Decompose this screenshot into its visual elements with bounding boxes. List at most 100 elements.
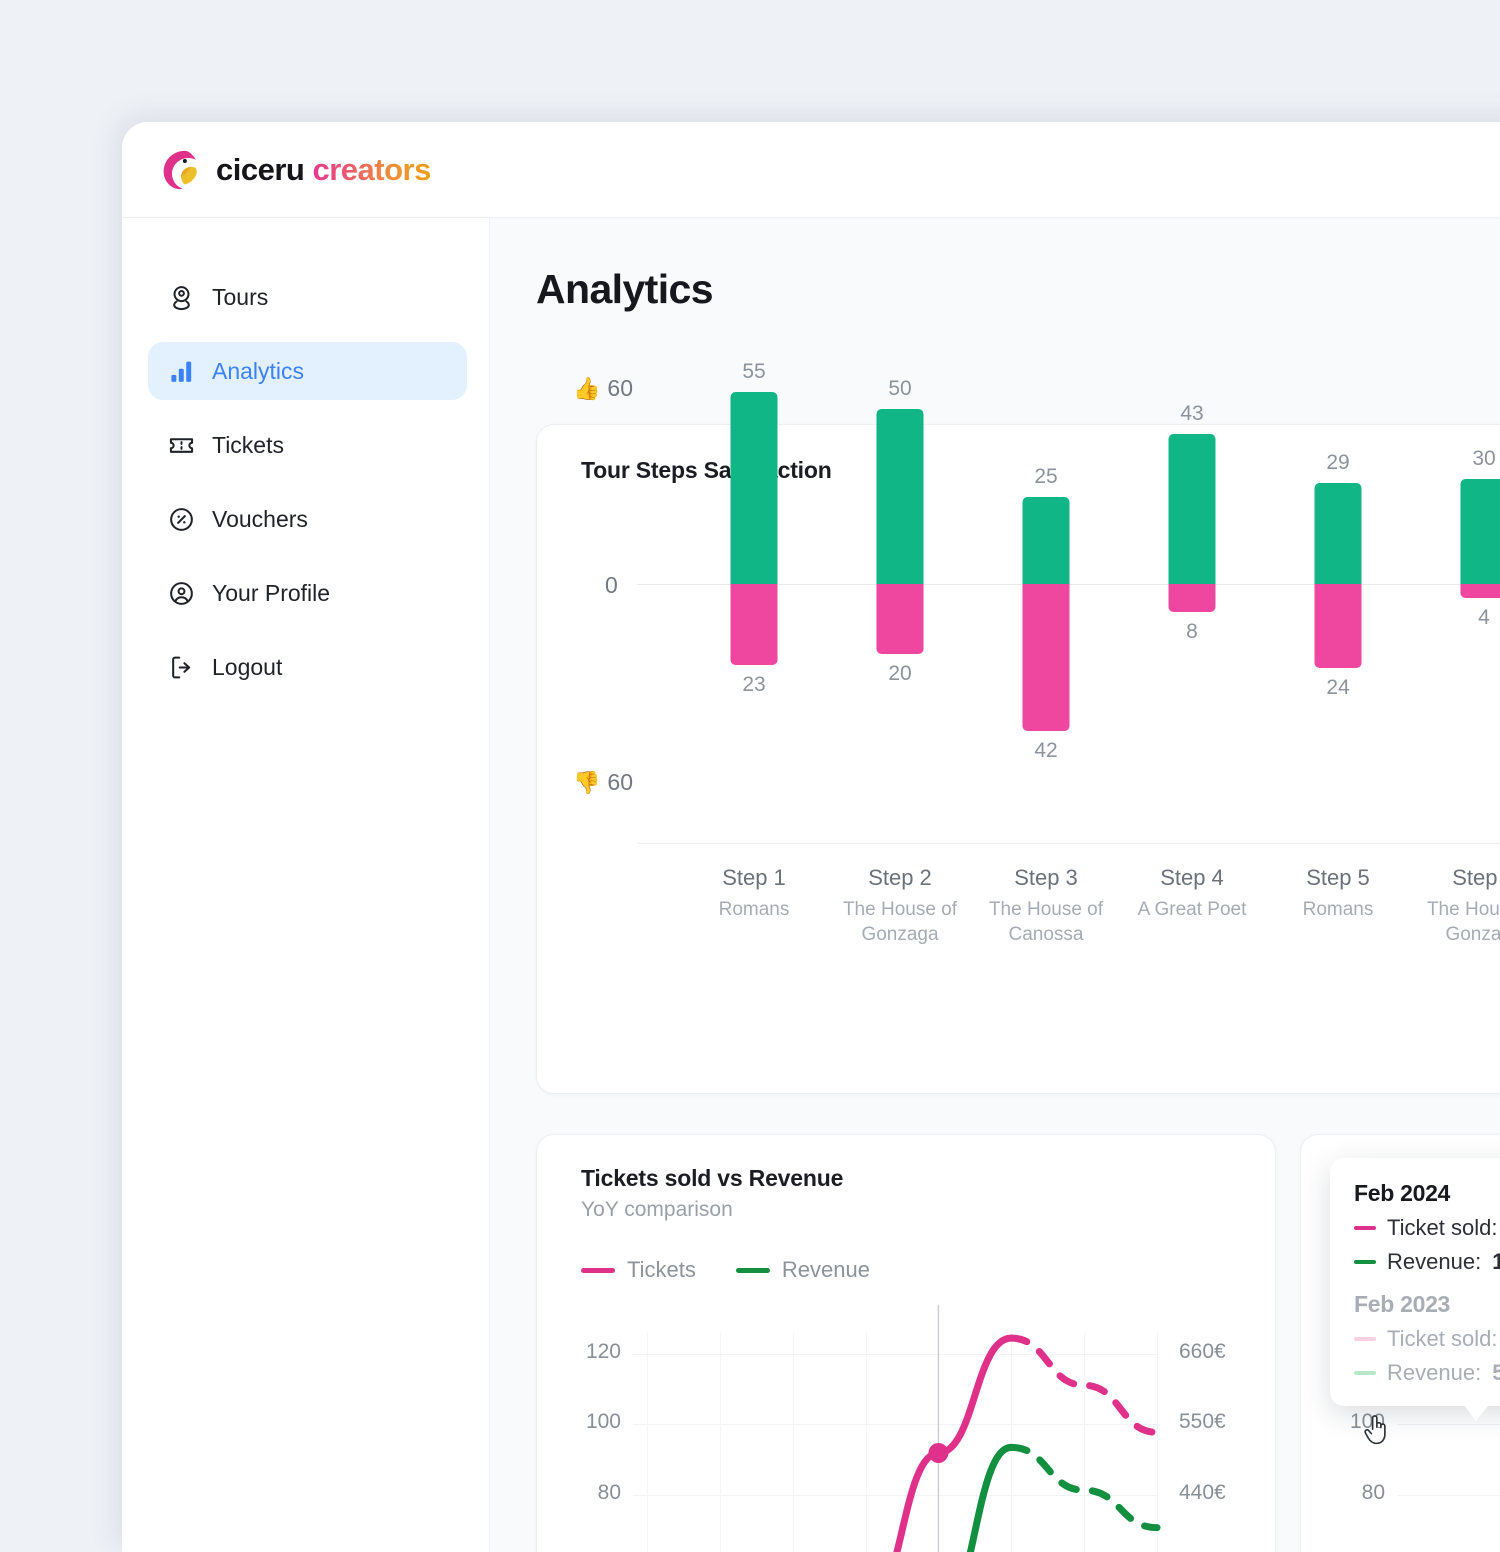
bar-negative	[1023, 584, 1070, 731]
card-subtitle: YoY comparison	[581, 1198, 843, 1222]
legend-item-tickets[interactable]: Tickets	[581, 1257, 696, 1283]
sidebar-item-vouchers[interactable]: Vouchers	[148, 490, 467, 548]
bar-value-positive: 43	[1180, 402, 1203, 426]
x-axis-label-step: Step 6	[1409, 865, 1500, 891]
x-axis-label-tour: A Great Poet	[1117, 898, 1267, 923]
tickets-card-header: Tickets sold vs Revenue YoY comparison	[581, 1165, 843, 1222]
tooltip-label: Revenue:	[1387, 1249, 1481, 1275]
sidebar-item-label: Analytics	[212, 358, 304, 385]
bar-value-negative: 42	[1034, 739, 1057, 763]
page-title: Analytics	[536, 266, 1500, 313]
thumbs-up-icon: 👍	[573, 378, 600, 400]
satisfaction-bar-group[interactable]: 304Step 6The House of Gonzaga	[1417, 521, 1500, 1093]
x-axis-label-step: Step 1	[679, 865, 829, 891]
satisfaction-bar-group[interactable]: 2542Step 3The House of Canossa	[979, 521, 1113, 1093]
bar-positive	[1023, 497, 1070, 585]
satisfaction-bars: 5523Step 1Romans5020Step 2The House of G…	[687, 521, 1500, 1093]
bar-value-positive: 30	[1472, 447, 1495, 471]
legend-label: Tickets	[627, 1257, 696, 1283]
x-axis-label-step: Step 4	[1117, 865, 1267, 891]
x-axis-label: Step 4 A Great Poet	[1117, 865, 1267, 923]
line-series-forecast-tickets	[1011, 1338, 1157, 1432]
satisfaction-bar-group[interactable]: 438Step 4A Great Poet	[1125, 521, 1259, 1093]
bar-value-positive: 50	[888, 377, 911, 401]
card-tour-steps-satisfaction: Tour Steps Satisfaction 👎 60 👍 60 0 5523…	[536, 424, 1500, 1094]
x-axis-label: Step 6 The House of Gonzaga	[1409, 865, 1500, 947]
x-axis-label: Step 1Romans	[679, 865, 829, 923]
brand-text: ciceru creators	[216, 154, 431, 185]
thumbs-down-icon: 👎	[573, 772, 600, 794]
brand-name-secondary: creators	[312, 152, 430, 187]
pointer-hand-icon	[1362, 1412, 1392, 1450]
tickets-line-plot[interactable]: 20110€40220€60330€80440€100550€120660€	[537, 1305, 1275, 1552]
legend-swatch-revenue	[736, 1268, 770, 1273]
sidebar-item-label: Vouchers	[212, 506, 308, 533]
bar-negative	[1315, 584, 1362, 668]
bar-positive	[877, 409, 924, 584]
brand-name-primary: ciceru	[216, 152, 304, 187]
sidebar-item-label: Tickets	[212, 432, 284, 459]
ticket-icon	[168, 432, 195, 459]
x-axis-label: Step 3 The House of Canossa	[971, 865, 1121, 947]
bar-value-positive: 25	[1034, 465, 1057, 489]
tooltip-row-tickets-current: Ticket sold: 89	[1354, 1215, 1500, 1241]
tooltip-value: 52€	[1492, 1360, 1500, 1386]
x-axis-label-step: Step 5	[1263, 865, 1413, 891]
location-pin-icon	[168, 284, 195, 311]
card-title: Tour Steps Satisfaction	[581, 457, 832, 484]
satisfaction-bar-group[interactable]: 5020Step 2The House of Gonzaga	[833, 521, 967, 1093]
x-axis-line	[637, 843, 1500, 844]
sidebar: Tours Analytics Tickets Vouchers	[122, 218, 490, 1552]
legend-item-revenue[interactable]: Revenue	[736, 1257, 870, 1283]
bar-positive	[1169, 434, 1216, 585]
tooltip-previous-period: Feb 2023	[1354, 1291, 1500, 1318]
axis-label-like: 👍 60	[573, 375, 633, 402]
legend-label: Revenue	[782, 1257, 870, 1283]
top-bar: ciceru creators	[122, 122, 1500, 218]
chart-tooltip: Feb 2024 Ticket sold: 89 Revenue: 184€ F…	[1330, 1158, 1500, 1406]
sidebar-item-analytics[interactable]: Analytics	[148, 342, 467, 400]
tooltip-label: Revenue:	[1387, 1360, 1481, 1386]
data-point-marker[interactable]	[928, 1443, 948, 1463]
parrot-logo-icon	[156, 147, 202, 193]
x-axis-label-step: Step 2	[825, 865, 975, 891]
tickets-lines-svg	[537, 1305, 1277, 1552]
sidebar-item-label: Your Profile	[212, 580, 330, 607]
x-axis-label-tour: Romans	[1263, 898, 1413, 923]
legend-swatch-tickets	[581, 1268, 615, 1273]
tooltip-label: Ticket sold:	[1387, 1215, 1497, 1241]
sidebar-item-logout[interactable]: Logout	[148, 638, 467, 696]
tooltip-row-tickets-previous: Ticket sold: 24	[1354, 1326, 1500, 1352]
tickets-legend: Tickets Revenue	[581, 1257, 870, 1283]
logout-icon	[168, 654, 195, 681]
tooltip-swatch	[1354, 1337, 1376, 1341]
x-axis-label-tour: The House of Gonzaga	[1409, 898, 1500, 947]
brand-logo[interactable]: ciceru creators	[122, 147, 431, 193]
x-axis-label-step: Step 3	[971, 865, 1121, 891]
bar-value-positive: 29	[1326, 451, 1349, 475]
bar-positive	[731, 392, 778, 585]
satisfaction-bar-group[interactable]: 2924Step 5Romans	[1271, 521, 1405, 1093]
x-axis-label-tour: The House of Canossa	[971, 898, 1121, 947]
axis-label-dislike: 👎 60	[573, 769, 633, 796]
bar-positive	[1461, 479, 1500, 584]
bar-negative	[1461, 584, 1500, 598]
satisfaction-chart: 👎 60 👍 60 0 5523Step 1Romans5020Step 2Th…	[557, 521, 1500, 1093]
satisfaction-bar-group[interactable]: 5523Step 1Romans	[687, 521, 821, 1093]
tooltip-swatch	[1354, 1260, 1376, 1264]
tooltip-swatch	[1354, 1371, 1376, 1375]
bar-value-negative: 24	[1326, 676, 1349, 700]
tooltip-row-revenue-previous: Revenue: 52€	[1354, 1360, 1500, 1386]
sidebar-item-your-profile[interactable]: Your Profile	[148, 564, 467, 622]
sidebar-item-tours[interactable]: Tours	[148, 268, 467, 326]
percent-circle-icon	[168, 506, 195, 533]
bar-positive	[1315, 483, 1362, 585]
bar-value-negative: 4	[1478, 606, 1490, 630]
axis-value-bottom: 60	[607, 769, 633, 796]
bar-negative	[1169, 584, 1216, 612]
y-axis-tick: 80	[1315, 1481, 1385, 1505]
card-tickets-vs-revenue: Tickets sold vs Revenue YoY comparison T…	[536, 1134, 1276, 1552]
sidebar-item-tickets[interactable]: Tickets	[148, 416, 467, 474]
sidebar-item-label: Tours	[212, 284, 268, 311]
tooltip-divider	[1354, 1275, 1500, 1291]
